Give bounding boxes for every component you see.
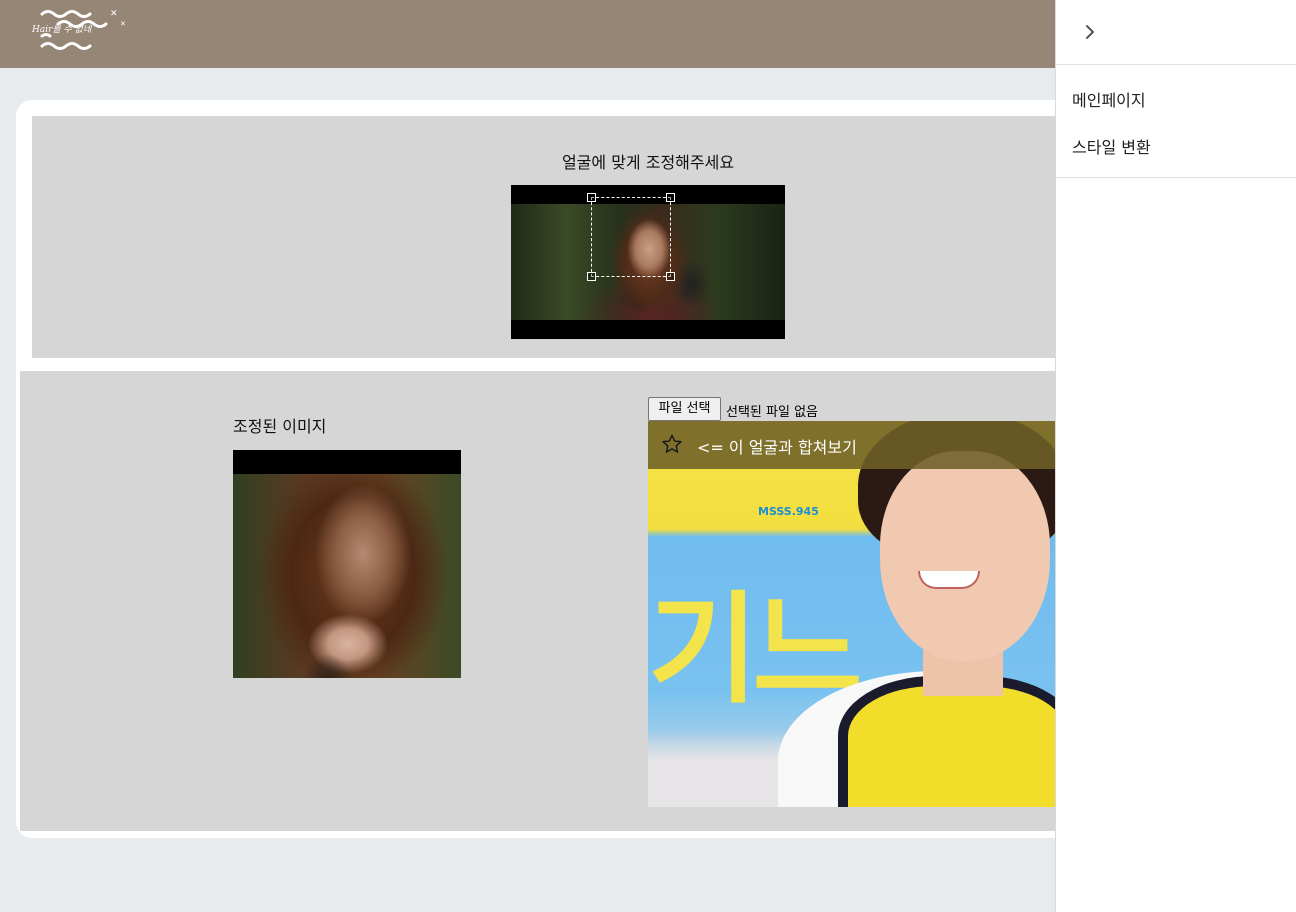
photo-tag-text: MSSS.945: [758, 505, 819, 518]
merge-face-label[interactable]: <= 이 얼굴과 합쳐보기: [697, 434, 857, 458]
crop-handle-top-right[interactable]: [666, 193, 675, 202]
drawer-item-style-transfer[interactable]: 스타일 변환: [1072, 134, 1151, 158]
crop-handle-bottom-left[interactable]: [587, 272, 596, 281]
target-face-photo: MSSS.945 기느: [648, 421, 1056, 807]
svg-text:✕: ✕: [110, 9, 118, 19]
logo-text: Hair를 수 없네: [32, 25, 92, 35]
result-section-title: 조정된 이미지: [233, 417, 327, 436]
drawer-divider: [1056, 64, 1296, 65]
crop-image[interactable]: [511, 185, 785, 339]
crop-selection-box[interactable]: [587, 193, 675, 281]
file-select-button[interactable]: 파일 선택: [648, 397, 721, 421]
crop-handle-top-left[interactable]: [587, 193, 596, 202]
cropped-photo: [233, 474, 461, 678]
chevron-right-icon[interactable]: [1080, 22, 1100, 42]
star-icon[interactable]: [661, 433, 683, 455]
crop-handle-bottom-right[interactable]: [666, 272, 675, 281]
file-status-text: 선택된 파일 없음: [726, 405, 818, 420]
drawer-divider: [1056, 177, 1296, 178]
svg-text:✕: ✕: [120, 20, 126, 28]
drawer-item-main-page[interactable]: 메인페이지: [1072, 87, 1146, 111]
cropped-image: [233, 450, 461, 678]
